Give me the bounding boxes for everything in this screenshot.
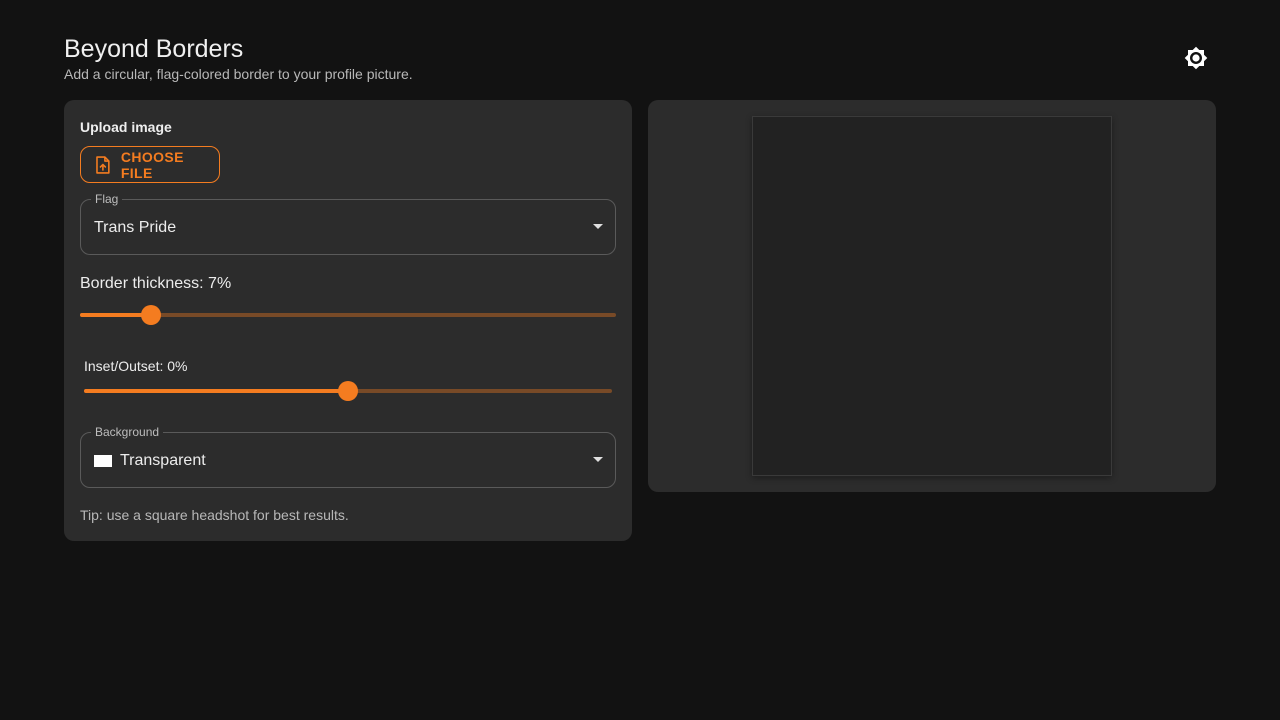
choose-file-label: CHOOSE FILE [120,148,184,181]
controls-panel: Upload image CHOOSE FILE Flag Trans Prid… [64,100,632,541]
brightness-icon [1184,46,1208,70]
inset-slider-thumb[interactable] [338,381,358,401]
choose-file-button[interactable]: CHOOSE FILE [80,146,220,183]
flag-select[interactable]: Flag Trans Pride [80,192,616,255]
file-upload-icon [96,155,110,174]
chevron-down-icon [593,224,603,229]
preview-canvas [752,116,1112,476]
chevron-down-icon [593,457,603,462]
theme-toggle-button[interactable] [1180,42,1212,74]
flag-select-legend: Flag [91,192,123,206]
page-subtitle: Add a circular, flag-colored border to y… [64,66,413,82]
page-title: Beyond Borders [64,35,244,63]
inset-slider-track [84,389,348,393]
flag-select-value: Trans Pride [94,219,177,236]
background-select-value: Transparent [120,452,206,469]
background-select[interactable]: Background Transparent [80,425,616,488]
thickness-slider[interactable] [80,305,616,325]
preview-panel [648,100,1216,492]
inset-label: Inset/Outset: 0% [84,358,188,374]
header: Beyond Borders Add a circular, flag-colo… [64,34,413,82]
app-root: Beyond Borders Add a circular, flag-colo… [0,0,1280,720]
background-select-legend: Background [91,425,164,439]
background-swatch [94,455,112,467]
thickness-slider-thumb[interactable] [141,305,162,325]
thickness-label: Border thickness: 7% [80,275,232,292]
upload-label: Upload image [80,119,172,135]
tip-text: Tip: use a square headshot for best resu… [80,507,349,523]
inset-slider[interactable] [84,381,612,401]
